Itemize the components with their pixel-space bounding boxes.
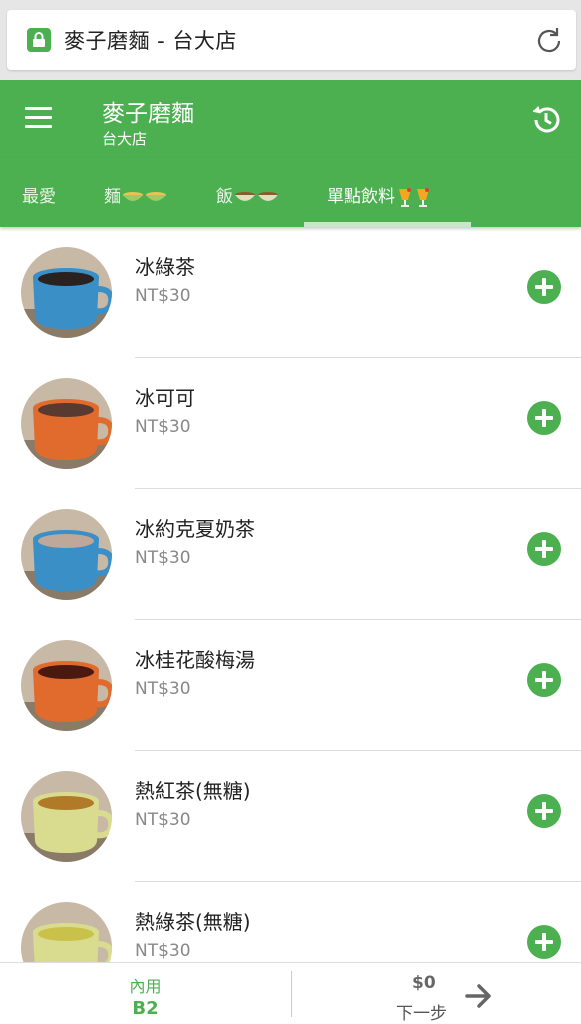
drink-photo	[21, 378, 112, 469]
shop-branch: 台大店	[102, 130, 148, 148]
add-item-button[interactable]	[527, 925, 561, 959]
app-header: 麥子磨麵 台大店	[0, 80, 581, 158]
tab-noodles[interactable]: 麵	[104, 182, 167, 207]
item-name: 熱綠茶(無糖)	[135, 910, 251, 934]
add-item-button[interactable]	[527, 794, 561, 828]
item-name: 冰約克夏奶茶	[135, 517, 255, 541]
item-price: NT$30	[135, 286, 191, 306]
drink-photo	[21, 247, 112, 338]
item-price: NT$30	[135, 679, 191, 699]
add-item-button[interactable]	[527, 270, 561, 304]
item-name: 冰可可	[135, 386, 195, 410]
item-price: NT$30	[135, 810, 191, 830]
drink-photo	[21, 902, 112, 962]
list-item[interactable]: 冰桂花酸梅湯 NT$30	[0, 620, 581, 751]
tab-label: 最愛	[22, 187, 56, 207]
drink-photo	[21, 640, 112, 731]
next-step-label: 下一步	[396, 1004, 447, 1024]
drink-photo	[21, 509, 112, 600]
list-item[interactable]: 冰可可 NT$30	[0, 358, 581, 489]
order-total: $0	[412, 973, 436, 993]
bowl-icon	[146, 192, 166, 201]
url-title: 麥子磨麵 - 台大店	[64, 29, 237, 53]
arrow-right-icon	[465, 984, 491, 1008]
bowl-icon	[123, 192, 143, 201]
next-step-button[interactable]: $0 下一步	[292, 963, 581, 1024]
tab-label: 飯	[216, 187, 233, 207]
item-price: NT$30	[135, 941, 191, 961]
dine-in-selector[interactable]: 內用 B2	[0, 963, 291, 1024]
list-item[interactable]: 冰綠茶 NT$30	[0, 227, 581, 358]
bowl-icon	[235, 192, 255, 201]
list-item[interactable]: 熱綠茶(無糖) NT$30	[0, 882, 581, 962]
list-item[interactable]: 冰約克夏奶茶 NT$30	[0, 489, 581, 620]
add-item-button[interactable]	[527, 663, 561, 697]
item-name: 冰桂花酸梅湯	[135, 648, 255, 672]
browser-bar: 麥子磨麵 - 台大店	[0, 0, 581, 80]
item-name: 冰綠茶	[135, 255, 195, 279]
category-tabs: 最愛 麵 飯 單點飲料	[0, 158, 581, 227]
tab-drinks[interactable]: 單點飲料	[327, 182, 431, 208]
hamburger-menu-icon[interactable]	[25, 107, 52, 129]
tab-rice[interactable]: 飯	[216, 182, 279, 207]
table-number: B2	[132, 998, 159, 1019]
item-name: 熱紅茶(無糖)	[135, 779, 251, 803]
list-item[interactable]: 熱紅茶(無糖) NT$30	[0, 751, 581, 882]
history-icon[interactable]	[530, 104, 562, 136]
bowl-icon	[258, 192, 278, 201]
bottom-bar: 內用 B2 $0 下一步	[0, 962, 581, 1024]
menu-list[interactable]: 冰綠茶 NT$30 冰可可 NT$30 冰約克夏奶茶 NT$30 冰桂花酸梅湯 NT$30 熱紅…	[0, 227, 581, 962]
url-box[interactable]: 麥子磨麵 - 台大店	[7, 10, 576, 70]
add-item-button[interactable]	[527, 532, 561, 566]
reload-icon[interactable]	[533, 25, 565, 57]
tab-favorites[interactable]: 最愛	[22, 182, 56, 207]
drink-icon	[399, 188, 411, 207]
item-price: NT$30	[135, 417, 191, 437]
add-item-button[interactable]	[527, 401, 561, 435]
lock-icon	[27, 28, 51, 52]
drink-photo	[21, 771, 112, 862]
dine-in-label: 內用	[129, 977, 162, 996]
tab-label: 單點飲料	[327, 187, 395, 207]
drink-icon	[417, 188, 429, 207]
shop-title: 麥子磨麵	[102, 101, 194, 127]
item-price: NT$30	[135, 548, 191, 568]
tab-label: 麵	[104, 187, 121, 207]
